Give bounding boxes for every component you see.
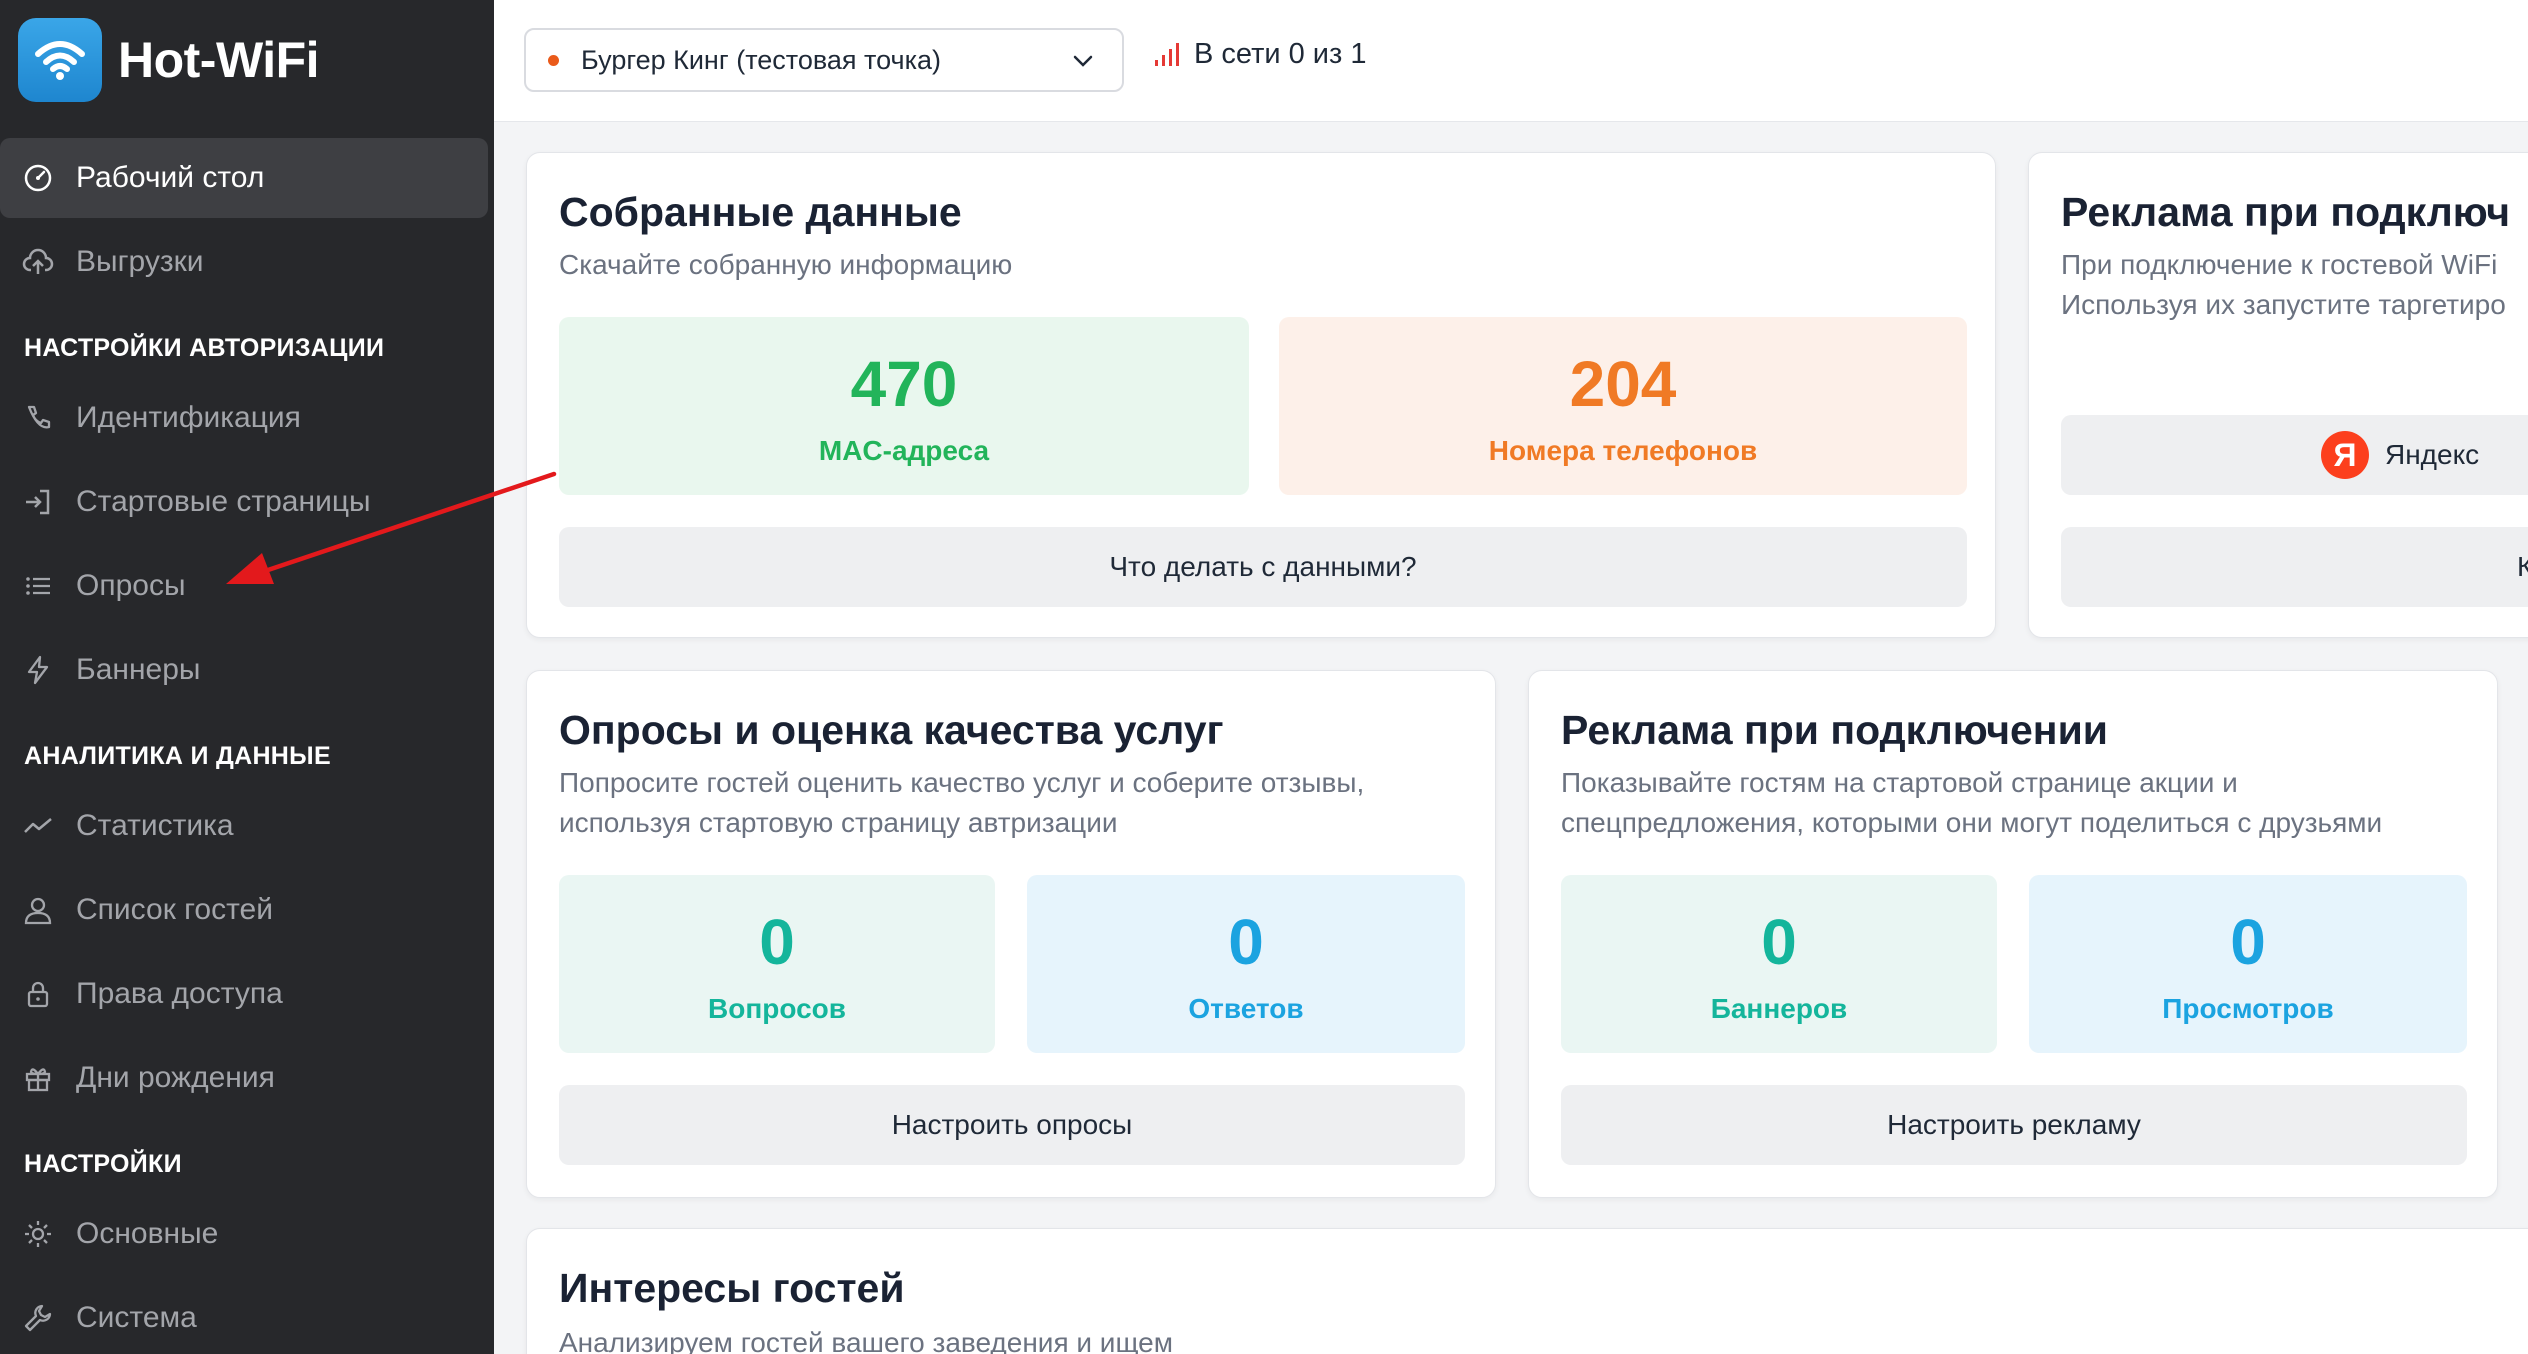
ads-card: Реклама при подключении Показывайте гост… — [1528, 670, 2498, 1198]
yandex-logo-icon: Я — [2321, 431, 2369, 479]
chevron-down-icon — [1070, 48, 1096, 81]
user-icon — [20, 892, 56, 928]
sidebar-item-birthdays[interactable]: Дни рождения — [0, 1038, 494, 1118]
topbar: Бургер Кинг (тестовая точка) В сети 0 из… — [494, 0, 2528, 122]
card-subtitle: При подключение к гостевой WiFi Использу… — [2061, 245, 2506, 325]
sidebar-item-label: Список гостей — [76, 893, 273, 926]
sidebar-item-statistics[interactable]: Статистика — [0, 786, 494, 866]
gift-icon — [20, 1060, 56, 1096]
views-stat: 0 Просмотров — [2029, 875, 2467, 1053]
second-action-button[interactable]: К — [2061, 527, 2528, 607]
card-subtitle: Анализируем гостей вашего заведения и ищ… — [559, 1327, 1173, 1354]
stat-label: MAC-адреса — [818, 435, 990, 466]
sidebar-item-label: Баннеры — [76, 653, 201, 686]
stat-value: 204 — [1569, 348, 1677, 420]
sidebar-item-label: Дни рождения — [76, 1061, 275, 1094]
card-title: Собранные данные — [559, 189, 962, 235]
dashboard-icon — [20, 160, 56, 196]
guest-interests-card: Интересы гостей Анализируем гостей вашег… — [526, 1228, 2528, 1354]
cloud-upload-icon — [20, 244, 56, 280]
surveys-card: Опросы и оценка качества услуг Попросите… — [526, 670, 1496, 1198]
card-subtitle-line: Показывайте гостям на стартовой странице… — [1561, 767, 2238, 798]
configure-ads-button[interactable]: Настроить рекламу — [1561, 1085, 2467, 1165]
card-title: Реклама при подключении — [1561, 707, 2108, 753]
sidebar-item-dashboard[interactable]: Рабочий стол — [0, 138, 488, 218]
stat-label: Ответов — [1188, 993, 1304, 1024]
sidebar-item-label: Права доступа — [76, 977, 283, 1010]
signal-icon — [1155, 42, 1179, 66]
card-subtitle-line: Попросите гостей оценить качество услуг … — [559, 767, 1365, 798]
wifi-icon — [18, 18, 102, 102]
stat-label: Вопросов — [708, 993, 846, 1024]
app-name: Hot-WiFi — [118, 32, 320, 88]
what-to-do-button[interactable]: Что делать с данными? — [559, 527, 1967, 607]
card-subtitle-line: используя стартовую страницу автризации — [559, 807, 1118, 838]
card-subtitle-line: Используя их запустите таргетиро — [2061, 289, 2506, 320]
lock-icon — [20, 976, 56, 1012]
yandex-button[interactable]: Я Яндекс — [2061, 415, 2528, 495]
card-subtitle: Показывайте гостям на стартовой странице… — [1561, 763, 2382, 843]
login-icon — [20, 484, 56, 520]
sidebar-item-label: Выгрузки — [76, 245, 204, 278]
stat-label: Номера телефонов — [1488, 435, 1758, 466]
sidebar: Hot-WiFi Рабочий стол Выгрузки НАСТРОЙКИ… — [0, 0, 494, 1354]
sidebar-item-label: Стартовые страницы — [76, 485, 371, 518]
phone-icon — [20, 400, 56, 436]
card-subtitle: Скачайте собранную информацию — [559, 249, 1013, 280]
yandex-button-label: Яндекс — [2385, 439, 2480, 470]
sidebar-item-label: Статистика — [76, 809, 234, 842]
sidebar-item-label: Система — [76, 1301, 197, 1334]
sidebar-item-surveys[interactable]: Опросы — [0, 546, 494, 626]
location-select[interactable]: Бургер Кинг (тестовая точка) — [524, 28, 1124, 92]
logo[interactable]: Hot-WiFi — [18, 18, 320, 102]
sidebar-item-general[interactable]: Основные — [0, 1194, 494, 1274]
questions-stat: 0 Вопросов — [559, 875, 995, 1053]
location-value: Бургер Кинг (тестовая точка) — [581, 44, 941, 75]
section-analytics: АНАЛИТИКА И ДАННЫЕ — [24, 742, 331, 770]
stat-value: 0 — [1761, 906, 1797, 978]
section-settings: НАСТРОЙКИ — [24, 1150, 182, 1178]
status-dot-icon — [548, 54, 559, 66]
sidebar-item-start-pages[interactable]: Стартовые страницы — [0, 462, 494, 542]
button-label: К — [2517, 551, 2528, 583]
sidebar-item-exports[interactable]: Выгрузки — [0, 222, 494, 302]
wrench-icon — [20, 1300, 56, 1336]
card-title: Опросы и оценка качества услуг — [559, 707, 1224, 753]
stat-label: Просмотров — [2162, 993, 2334, 1024]
banners-stat: 0 Баннеров — [1561, 875, 1997, 1053]
sidebar-item-identification[interactable]: Идентификация — [0, 378, 494, 458]
card-title: Интересы гостей — [559, 1265, 905, 1311]
stat-value: 0 — [2230, 906, 2266, 978]
answers-stat: 0 Ответов — [1027, 875, 1465, 1053]
card-subtitle-line: спецпредложения, которыми они могут поде… — [1561, 807, 2383, 838]
online-status-text: В сети 0 из 1 — [1194, 38, 1367, 70]
sidebar-item-guests[interactable]: Список гостей — [0, 870, 494, 950]
configure-surveys-button[interactable]: Настроить опросы — [559, 1085, 1465, 1165]
mac-stat: 470 MAC-адреса — [559, 317, 1249, 495]
section-auth-settings: НАСТРОЙКИ АВТОРИЗАЦИИ — [24, 334, 385, 362]
sidebar-item-label: Опросы — [76, 569, 186, 602]
card-subtitle-line: При подключение к гостевой WiFi — [2061, 249, 2498, 280]
gear-icon — [20, 1216, 56, 1252]
sidebar-item-label: Рабочий стол — [76, 161, 265, 194]
chart-line-icon — [20, 808, 56, 844]
sidebar-item-label: Основные — [76, 1217, 219, 1250]
card-subtitle: Попросите гостей оценить качество услуг … — [559, 763, 1364, 843]
stat-label: Баннеров — [1710, 993, 1848, 1024]
online-status: В сети 0 из 1 — [1152, 38, 1366, 71]
collected-data-card: Собранные данные Скачайте собранную инфо… — [526, 152, 1996, 638]
ads-connect-card: Реклама при подключ При подключение к го… — [2028, 152, 2528, 638]
sidebar-item-access[interactable]: Права доступа — [0, 954, 494, 1034]
phones-stat: 204 Номера телефонов — [1279, 317, 1967, 495]
sidebar-item-system[interactable]: Система — [0, 1278, 494, 1354]
stat-value: 0 — [1228, 906, 1264, 978]
sidebar-item-label: Идентификация — [76, 401, 301, 434]
list-icon — [20, 568, 56, 604]
lightning-icon — [20, 652, 56, 688]
card-title: Реклама при подключ — [2061, 189, 2510, 235]
sidebar-item-banners[interactable]: Баннеры — [0, 630, 494, 710]
stat-value: 0 — [759, 906, 795, 978]
stat-value: 470 — [850, 348, 958, 420]
